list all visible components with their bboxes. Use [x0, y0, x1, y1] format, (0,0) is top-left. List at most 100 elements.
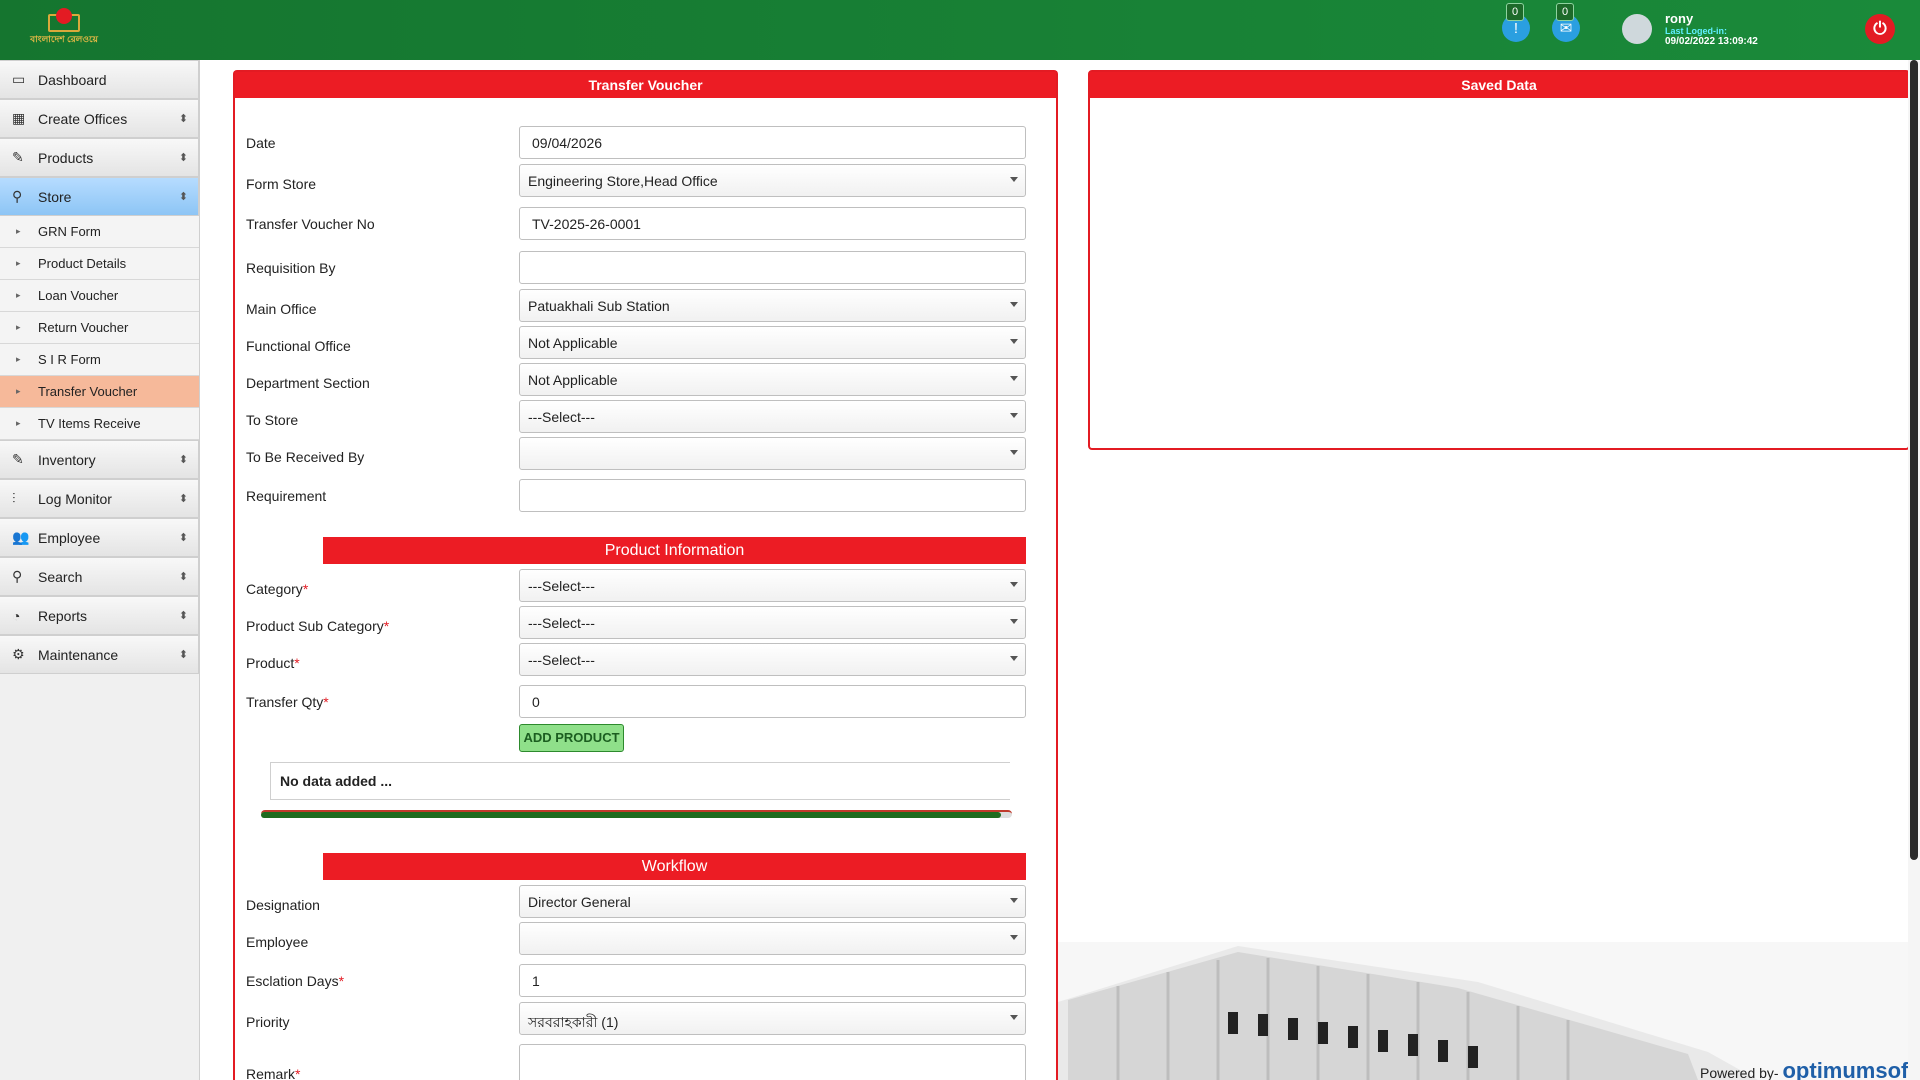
- main-office-value: Patuakhali Sub Station: [528, 298, 670, 314]
- sidebar-subitem-return-voucher[interactable]: ▸ Return Voucher: [0, 312, 199, 344]
- users-icon: 👥: [12, 529, 30, 545]
- chevron-right-icon: ▸: [16, 386, 21, 396]
- product-information-header: Product Information: [323, 537, 1026, 564]
- sidebar-item-label: Log Monitor: [38, 490, 112, 507]
- sidebar-item-store[interactable]: ⚲ Store ⬍: [0, 177, 199, 216]
- employee-select[interactable]: [519, 922, 1026, 955]
- category-select[interactable]: ---Select---: [519, 569, 1026, 602]
- to-be-received-by-select[interactable]: [519, 437, 1026, 470]
- expand-icon: ⬍: [178, 113, 188, 125]
- transfer-qty-field[interactable]: 0: [519, 685, 1026, 718]
- product-label-text: Product: [246, 655, 295, 671]
- panel-title: Transfer Voucher: [235, 72, 1056, 98]
- to-store-select[interactable]: ---Select---: [519, 400, 1026, 433]
- requirement-field[interactable]: [519, 479, 1026, 512]
- remark-label-text: Remark: [246, 1066, 296, 1080]
- sidebar-item-create-offices[interactable]: ▦ Create Offices ⬍: [0, 99, 199, 138]
- remark-textarea[interactable]: [519, 1044, 1026, 1080]
- pen-icon: ✎: [12, 149, 24, 165]
- logo[interactable]: বাংলাদেশ রেলওয়ে: [22, 4, 106, 56]
- sidebar-item-maintenance[interactable]: ⚙ Maintenance ⬍: [0, 635, 199, 674]
- sidebar-subitem-product-details[interactable]: ▸ Product Details: [0, 248, 199, 280]
- requirement-row: Requirement: [235, 479, 1056, 513]
- priority-row: Priority সরবরাহকারী (1): [235, 1002, 1056, 1036]
- product-label: Product*: [246, 655, 300, 671]
- sidebar-item-dashboard[interactable]: ▭ Dashboard: [0, 60, 199, 99]
- designation-select[interactable]: Director General: [519, 885, 1026, 918]
- sidebar-item-label: Create Offices: [38, 110, 128, 127]
- brand-logo-text: optimumsoft: [1782, 1058, 1916, 1080]
- to-store-row: To Store ---Select---: [235, 400, 1056, 434]
- product-sub-category-value: ---Select---: [528, 615, 595, 631]
- expand-icon: ⬍: [178, 571, 188, 583]
- main-office-label: Main Office: [246, 301, 317, 317]
- sidebar-item-log-monitor[interactable]: ⫶ Log Monitor ⬍: [0, 479, 199, 518]
- last-login-time: 09/02/2022 13:09:42: [1665, 36, 1758, 47]
- powered-by-label: Powered by-: [1700, 1065, 1779, 1080]
- sidebar-subitem-grn-form[interactable]: ▸ GRN Form: [0, 216, 199, 248]
- sidebar-item-label: Store: [38, 188, 72, 205]
- sidebar-item-products[interactable]: ✎ Products ⬍: [0, 138, 199, 177]
- product-sub-category-select[interactable]: ---Select---: [519, 606, 1026, 639]
- chevron-down-icon: [1010, 450, 1018, 455]
- sidebar-subitem-label: Product Details: [38, 256, 127, 271]
- sidebar-item-inventory[interactable]: ✎ Inventory ⬍: [0, 440, 199, 479]
- sidebar-subitem-sir-form[interactable]: ▸ S I R Form: [0, 344, 199, 376]
- sidebar-subitem-label: TV Items Receive: [38, 416, 141, 431]
- product-sub-category-label-text: Product Sub Category: [246, 618, 384, 634]
- sidebar-subitem-loan-voucher[interactable]: ▸ Loan Voucher: [0, 280, 199, 312]
- sidebar-subitem-tv-items-receive[interactable]: ▸ TV Items Receive: [0, 408, 199, 440]
- department-section-select[interactable]: Not Applicable: [519, 363, 1026, 396]
- form-store-select[interactable]: Engineering Store,Head Office: [519, 164, 1026, 197]
- requisition-by-row: Requisition By: [235, 251, 1056, 285]
- escalation-days-field[interactable]: 1: [519, 964, 1026, 997]
- product-select[interactable]: ---Select---: [519, 643, 1026, 676]
- page-scrollbar[interactable]: [1908, 60, 1920, 1080]
- voucher-no-field[interactable]: TV-2025-26-0001: [519, 207, 1026, 240]
- avatar[interactable]: [1622, 14, 1652, 44]
- gear-icon: ⚙: [12, 646, 25, 662]
- product-list-scrollbar[interactable]: [261, 810, 1012, 818]
- pie-icon: ◔: [12, 607, 21, 624]
- sidebar-item-search[interactable]: ⚲ Search ⬍: [0, 557, 199, 596]
- user-name: rony: [1665, 11, 1694, 26]
- expand-icon: ⬍: [178, 191, 188, 203]
- notifications-alert-button[interactable]: ! 0: [1502, 3, 1530, 42]
- mail-icon: ✉: [1559, 20, 1573, 37]
- sidebar-subitem-label: Transfer Voucher: [38, 384, 138, 399]
- category-label-text: Category: [246, 581, 303, 597]
- add-product-button[interactable]: ADD PRODUCT: [519, 724, 624, 752]
- chevron-right-icon: ▸: [16, 290, 21, 300]
- sidebar-item-employee[interactable]: 👥 Employee ⬍: [0, 518, 199, 557]
- expand-icon: ⬍: [178, 454, 188, 466]
- chevron-down-icon: [1010, 1015, 1018, 1020]
- sidebar-subitem-label: S I R Form: [38, 352, 101, 367]
- product-list-empty: No data added ...: [270, 762, 1010, 800]
- notifications-mail-button[interactable]: ✉ 0: [1552, 3, 1580, 42]
- chevron-right-icon: ▸: [16, 322, 21, 332]
- scrollbar-thumb[interactable]: [1910, 60, 1918, 860]
- sidebar-subitem-label: Return Voucher: [38, 320, 129, 335]
- voucher-no-row: Transfer Voucher No TV-2025-26-0001: [235, 207, 1056, 241]
- main-office-select[interactable]: Patuakhali Sub Station: [519, 289, 1026, 322]
- chevron-down-icon: [1010, 898, 1018, 903]
- sidebar-item-reports[interactable]: ◔ Reports ⬍: [0, 596, 199, 635]
- required-mark: *: [383, 618, 390, 634]
- to-store-label: To Store: [246, 412, 299, 428]
- chevron-down-icon: [1010, 302, 1018, 307]
- logout-button[interactable]: ⏻: [1865, 14, 1895, 44]
- scrollbar-thumb[interactable]: [261, 812, 1001, 818]
- voucher-no-label: Transfer Voucher No: [246, 216, 375, 232]
- logo-disc: [56, 8, 72, 24]
- priority-select[interactable]: সরবরাহকারী (1): [519, 1002, 1026, 1035]
- sidebar-subitem-label: Loan Voucher: [38, 288, 119, 303]
- transfer-voucher-panel: Transfer Voucher Date 09/04/2026 Form St…: [233, 70, 1058, 1080]
- date-field[interactable]: 09/04/2026: [519, 126, 1026, 159]
- requisition-by-field[interactable]: [519, 251, 1026, 284]
- functional-office-select[interactable]: Not Applicable: [519, 326, 1026, 359]
- transfer-qty-row: Transfer Qty* 0: [235, 685, 1056, 719]
- sidebar-subitem-transfer-voucher[interactable]: ▸ Transfer Voucher: [0, 376, 199, 408]
- top-header: বাংলাদেশ রেলওয়ে ! 0 ✉ 0 rony Last Loged…: [0, 0, 1920, 60]
- last-login-label: Last Loged-in:: [1665, 26, 1727, 36]
- product-sub-category-row: Product Sub Category* ---Select---: [235, 606, 1056, 640]
